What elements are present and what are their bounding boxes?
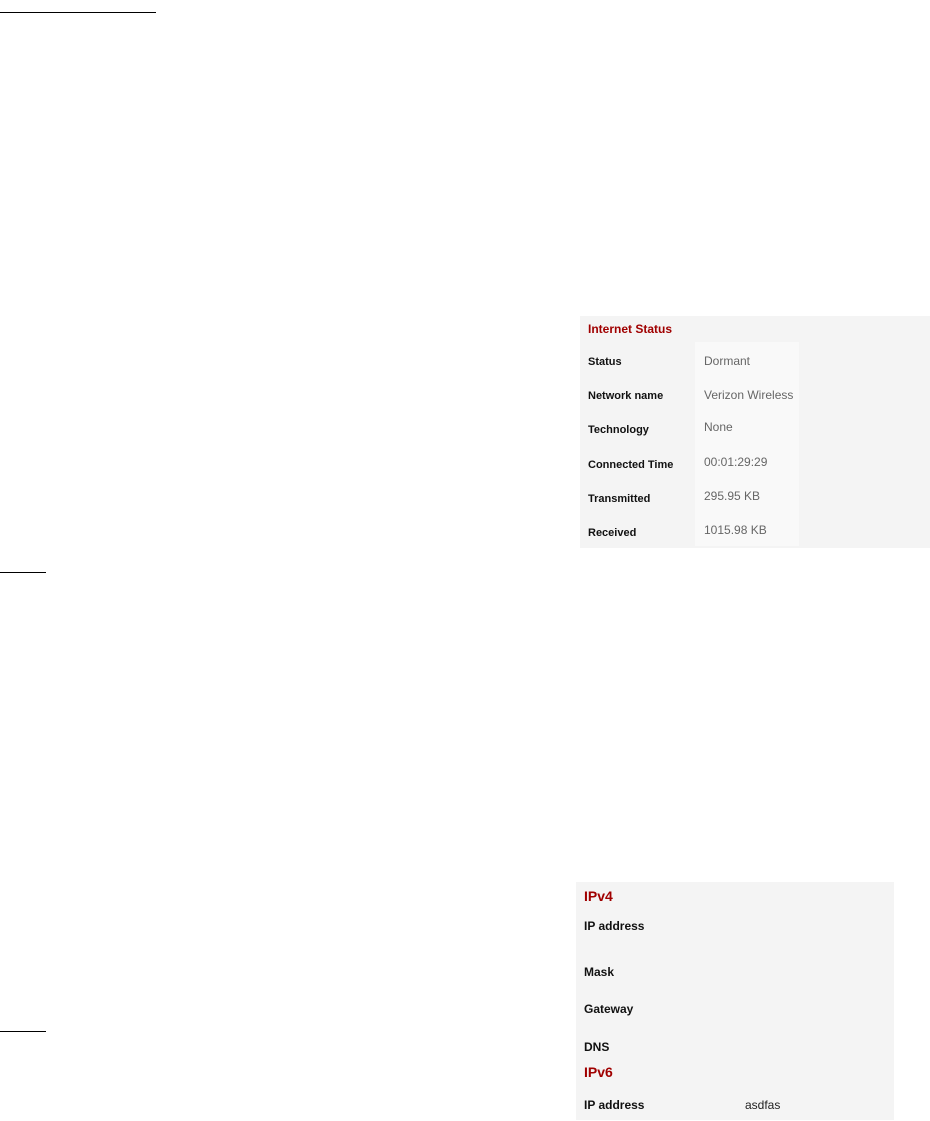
transmitted-row: Transmitted 295.95 KB [588,489,918,509]
underline-mark-middle [0,572,46,573]
network-name-label: Network name [588,390,664,402]
network-name-value: Verizon Wireless [704,388,794,402]
underline-mark-bottom [0,1031,46,1032]
received-row: Received 1015.98 KB [588,523,918,543]
received-value: 1015.98 KB [704,523,767,537]
ipv4-ip-address-label: IP address [584,919,645,933]
status-value: Dormant [704,354,751,368]
connected-time-value: 00:01:29:29 [704,455,768,469]
ipv6-title: IPv6 [584,1064,613,1080]
ipv4-dns-label: DNS [584,1040,610,1054]
status-row: Status Dormant [588,352,918,372]
transmitted-value: 295.95 KB [704,489,761,503]
received-label: Received [588,527,637,539]
ipv6-ip-address-value: asdfas [745,1098,781,1112]
connected-time-label: Connected Time [588,459,674,471]
ipv4-gateway-label: Gateway [584,1002,634,1016]
technology-label: Technology [588,424,649,436]
values-background [695,342,799,546]
network-name-row: Network name Verizon Wireless [588,386,918,406]
internet-status-panel: Internet Status Status Dormant Network n… [580,316,930,548]
ip-settings-panel: IPv4 IP address Mask Gateway DNS IPv6 IP… [576,882,894,1120]
technology-row: Technology None [588,420,918,440]
ipv6-ip-address-label: IP address [584,1098,645,1112]
ipv4-title: IPv4 [584,888,613,904]
ipv4-mask-label: Mask [584,965,615,979]
technology-value: None [704,420,733,434]
status-label: Status [588,356,622,368]
underline-mark-top [0,12,156,13]
connected-time-row: Connected Time 00:01:29:29 [588,455,918,475]
transmitted-label: Transmitted [588,493,651,505]
internet-status-title: Internet Status [588,322,673,336]
